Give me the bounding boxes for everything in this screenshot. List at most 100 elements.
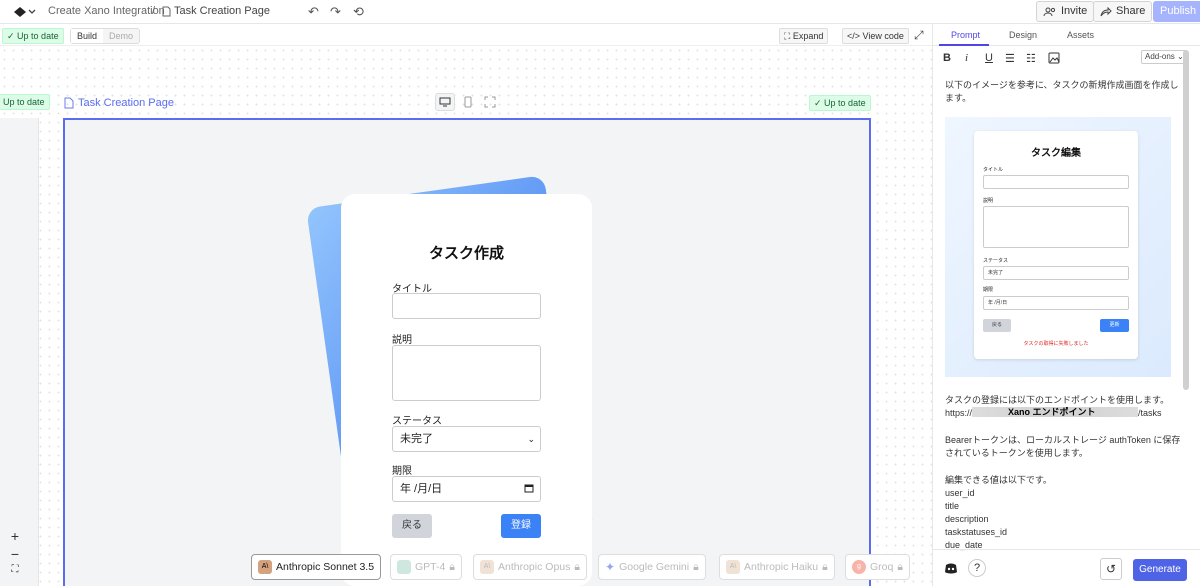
model-anthropic-haiku[interactable]: A\ Anthropic Haiku 🔒︎ bbox=[719, 554, 835, 580]
page-file-icon bbox=[162, 6, 171, 17]
preview-desc-input bbox=[983, 206, 1129, 248]
publish-button[interactable]: Publish bbox=[1153, 1, 1200, 22]
numbered-list-icon[interactable]: ☰ bbox=[1005, 52, 1015, 65]
reset-icon[interactable]: ↺ bbox=[1100, 558, 1122, 580]
preview-title-input bbox=[983, 175, 1129, 189]
tab-demo[interactable]: Demo bbox=[103, 29, 139, 43]
model-groq[interactable]: g Groq 🔒︎ bbox=[845, 554, 910, 580]
breadcrumb-separator: / bbox=[152, 5, 156, 17]
prompt-scrollbar[interactable] bbox=[1183, 50, 1189, 390]
generate-button[interactable]: Generate bbox=[1133, 559, 1187, 581]
due-date-input[interactable]: 年 /月/日 bbox=[392, 476, 541, 502]
redacted-endpoint: Xano エンドポイント bbox=[972, 407, 1139, 417]
left-frame-status: Up to date bbox=[0, 94, 50, 110]
description-label: 説明 bbox=[392, 335, 412, 346]
due-label: 期限 bbox=[392, 466, 412, 477]
history-icon[interactable]: ⟲ bbox=[353, 4, 364, 20]
fit-screen-icon[interactable] bbox=[484, 96, 496, 108]
status-select[interactable]: 未完了 ⌄ bbox=[392, 426, 541, 452]
zoom-out-icon[interactable]: − bbox=[4, 546, 26, 564]
endpoint-prefix: https:// bbox=[945, 408, 973, 418]
openai-icon bbox=[397, 560, 411, 574]
discord-icon[interactable] bbox=[944, 563, 958, 574]
preview-back-button: 戻る bbox=[983, 319, 1011, 332]
zoom-in-icon[interactable]: + bbox=[4, 528, 26, 546]
share-button[interactable]: Share bbox=[1093, 1, 1153, 22]
view-code-label: View code bbox=[862, 31, 904, 41]
model-gpt4[interactable]: GPT-4 🔒︎ bbox=[390, 554, 462, 580]
title-input[interactable] bbox=[392, 293, 541, 319]
preview-card: タスク編集 タイトル 説明 ステータス 未完了 期限 年 /月/日 戻る 更新 … bbox=[974, 131, 1138, 359]
tab-build[interactable]: Build bbox=[71, 29, 104, 43]
lock-icon: 🔒︎ bbox=[897, 561, 903, 573]
tab-prompt[interactable]: Prompt bbox=[951, 30, 980, 40]
endpoint-url: https:// Xano エンドポイント/tasks bbox=[945, 407, 1183, 420]
back-button[interactable]: 戻る bbox=[392, 514, 432, 538]
adjacent-frame[interactable] bbox=[0, 118, 39, 586]
fit-view-icon[interactable]: ⛶ bbox=[4, 564, 26, 582]
field-item: due_date bbox=[945, 540, 983, 550]
model-label: Anthropic Haiku bbox=[744, 561, 819, 573]
users-icon bbox=[1043, 7, 1057, 17]
page-frame[interactable]: タスク作成 タイトル 説明 ステータス 未完了 ⌄ 期限 年 /月/日 戻る 登… bbox=[63, 118, 871, 586]
preview-title: タスク編集 bbox=[1031, 148, 1081, 159]
undo-icon[interactable]: ↶ bbox=[308, 4, 319, 20]
help-icon[interactable]: ? bbox=[968, 559, 986, 577]
frame-status-badge: ✓ Up to date bbox=[809, 95, 871, 111]
preview-status-label: ステータス bbox=[983, 258, 1009, 264]
register-button[interactable]: 登録 bbox=[501, 514, 541, 538]
addons-dropdown[interactable]: Add-ons ⌄ bbox=[1141, 50, 1188, 64]
underline-icon[interactable]: U bbox=[985, 52, 993, 64]
status-value: 未完了 bbox=[400, 433, 433, 445]
tab-assets[interactable]: Assets bbox=[1067, 30, 1094, 40]
breadcrumb-project[interactable]: Create Xano Integration bbox=[48, 5, 165, 17]
view-code-button[interactable]: </> View code bbox=[842, 28, 909, 44]
model-anthropic-opus[interactable]: A\ Anthropic Opus 🔒︎ bbox=[473, 554, 587, 580]
model-label: Groq bbox=[870, 561, 894, 573]
breadcrumb-page[interactable]: Task Creation Page bbox=[174, 5, 270, 17]
anthropic-icon: A\ bbox=[258, 560, 272, 574]
share-icon bbox=[1100, 6, 1112, 17]
status-label: ステータス bbox=[392, 416, 442, 427]
field-item: user_id bbox=[945, 488, 975, 498]
model-label: Anthropic Opus bbox=[498, 561, 571, 573]
model-label: Anthropic Sonnet 3.5 bbox=[276, 561, 375, 573]
form-title: タスク作成 bbox=[428, 245, 504, 262]
frame-page-name[interactable]: Task Creation Page bbox=[78, 97, 174, 109]
fullscreen-icon[interactable]: ⤢ bbox=[914, 28, 924, 43]
desktop-icon bbox=[439, 97, 451, 107]
preview-error-text: タスクの取得に失敗しました bbox=[1023, 341, 1089, 347]
preview-status-value: 未完了 bbox=[988, 270, 1004, 276]
preview-title-label: タイトル bbox=[983, 167, 1004, 173]
preview-due-input: 年 /月/日 bbox=[983, 296, 1129, 310]
status-badge: ✓ Up to date bbox=[2, 28, 64, 44]
model-google-gemini[interactable]: ✦ Google Gemini 🔒︎ bbox=[598, 554, 706, 580]
model-anthropic-sonnet[interactable]: A\ Anthropic Sonnet 3.5 bbox=[251, 554, 382, 580]
reference-image: タスク編集 タイトル 説明 ステータス 未完了 期限 年 /月/日 戻る 更新 … bbox=[945, 117, 1171, 377]
tab-design[interactable]: Design bbox=[1009, 30, 1037, 40]
preview-desc-label: 説明 bbox=[983, 198, 994, 204]
prompt-intro: 以下のイメージを参考に、タスクの新規作成画面を作成します。 bbox=[945, 80, 1179, 103]
gemini-icon: ✦ bbox=[605, 560, 616, 574]
invite-button[interactable]: Invite bbox=[1036, 1, 1095, 22]
model-label: GPT-4 bbox=[415, 561, 446, 573]
calendar-icon[interactable] bbox=[524, 483, 534, 493]
code-icon: </> bbox=[847, 31, 861, 41]
anthropic-icon: A\ bbox=[480, 560, 494, 574]
preview-status-select: 未完了 bbox=[983, 266, 1129, 280]
italic-icon[interactable]: i bbox=[965, 52, 968, 64]
bullet-list-icon[interactable]: ☷ bbox=[1026, 52, 1036, 65]
lock-icon: 🔒︎ bbox=[574, 561, 580, 573]
expand-button[interactable]: ⛶ Expand bbox=[779, 28, 829, 44]
desktop-view-button[interactable] bbox=[435, 93, 455, 111]
field-item: description bbox=[945, 514, 989, 524]
logo-menu[interactable] bbox=[12, 5, 36, 19]
lock-icon: 🔒︎ bbox=[449, 561, 455, 573]
bold-icon[interactable]: B bbox=[943, 52, 951, 64]
redo-icon[interactable]: ↷ bbox=[330, 4, 341, 20]
lock-icon: 🔒︎ bbox=[822, 561, 828, 573]
invite-label: Invite bbox=[1061, 5, 1088, 17]
description-textarea[interactable] bbox=[392, 345, 541, 401]
image-icon[interactable] bbox=[1048, 52, 1060, 64]
mobile-icon[interactable] bbox=[464, 96, 472, 108]
